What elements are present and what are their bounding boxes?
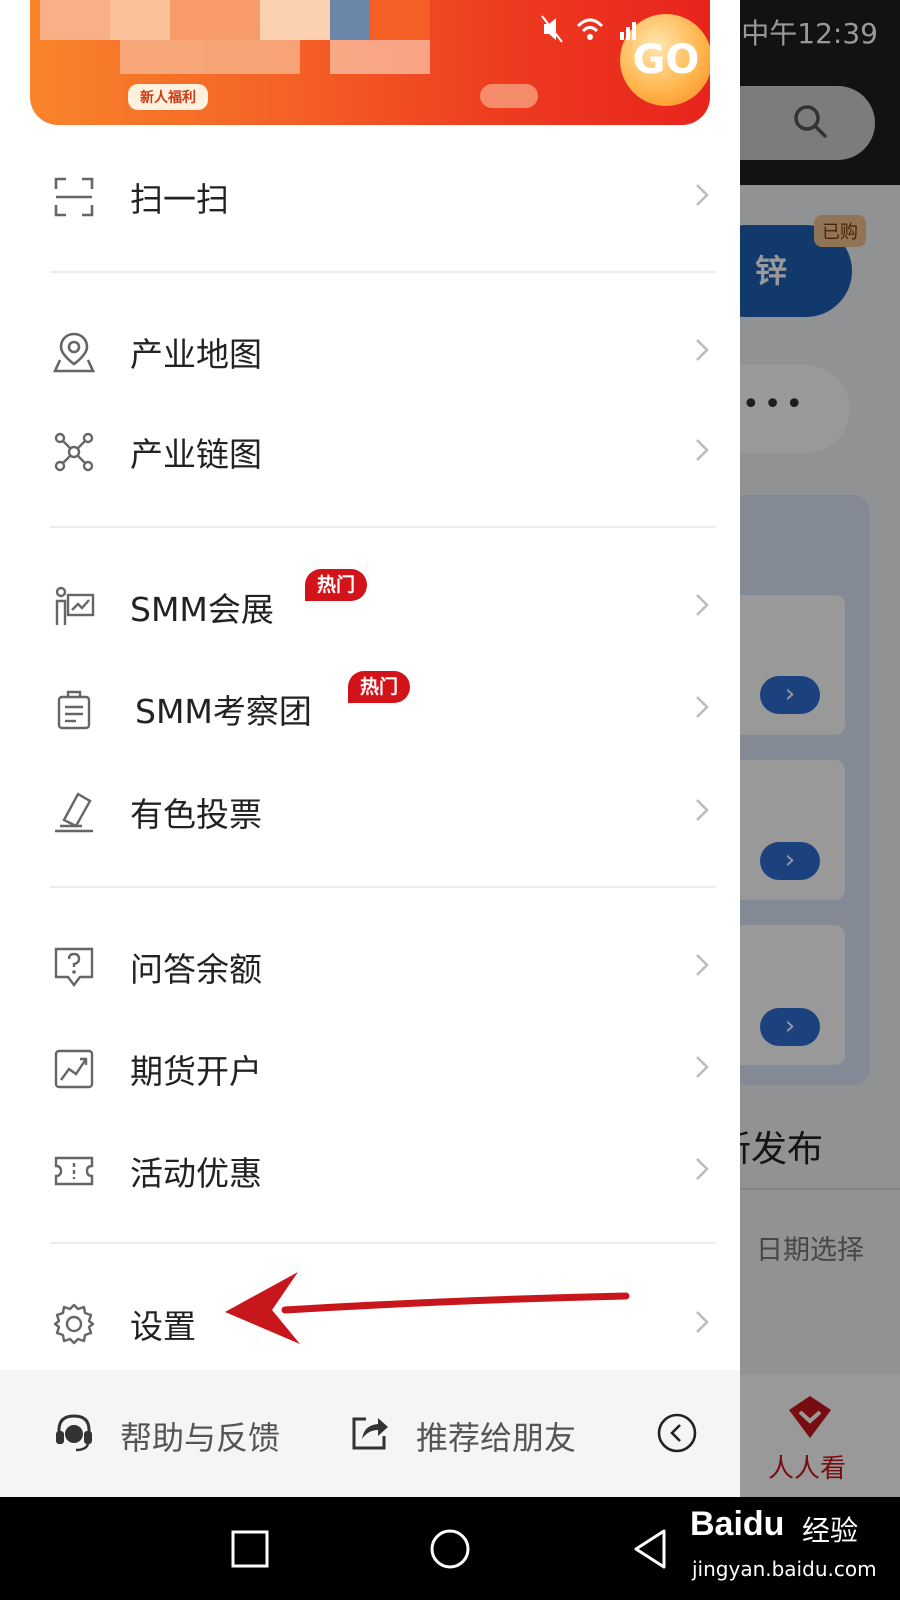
chevron-right-icon bbox=[696, 339, 709, 361]
map-pin-icon bbox=[52, 332, 96, 373]
menu-item-label: 扫一扫 bbox=[130, 180, 229, 219]
banner-cloud bbox=[480, 84, 538, 108]
chevron-right-icon bbox=[696, 799, 709, 821]
menu-item-label: SMM会展 bbox=[130, 590, 274, 629]
menu-item-label: 活动优惠 bbox=[130, 1154, 262, 1193]
menu-item-label: SMM考察团 bbox=[135, 692, 312, 731]
banner-mosaic bbox=[260, 0, 330, 40]
menu-item-smm-expo[interactable]: SMM会展 热门 bbox=[0, 555, 740, 655]
question-icon bbox=[54, 947, 94, 987]
menu-divider bbox=[50, 1242, 716, 1244]
menu-item-label: 设置 bbox=[130, 1307, 196, 1346]
new-user-badge: 新人福利 bbox=[128, 84, 208, 110]
mute-icon bbox=[541, 15, 563, 43]
menu-item-label: 产业地图 bbox=[130, 335, 262, 374]
menu-divider bbox=[50, 271, 716, 273]
chevron-right-icon bbox=[696, 696, 709, 718]
banner-mosaic bbox=[170, 0, 260, 40]
menu-item-smm-tour[interactable]: SMM考察团 热门 bbox=[0, 657, 740, 757]
chevron-right-icon bbox=[696, 1158, 709, 1180]
menu-item-industry-map[interactable]: 产业地图 bbox=[0, 300, 740, 400]
gear-icon bbox=[53, 1303, 95, 1345]
chevron-right-icon bbox=[696, 954, 709, 976]
banner-mosaic bbox=[330, 0, 370, 40]
banner-mosaic bbox=[40, 0, 110, 40]
menu-item-scan[interactable]: 扫一扫 bbox=[0, 145, 740, 245]
vote-icon bbox=[55, 792, 93, 833]
trend-chart-icon bbox=[54, 1049, 94, 1089]
menu-item-vote[interactable]: 有色投票 bbox=[0, 760, 740, 860]
menu-item-label: 期货开户 bbox=[130, 1052, 262, 1091]
signal-icon bbox=[620, 22, 636, 40]
baidu-jingyan-watermark: Baidu 经验 jingyan.baidu.com bbox=[690, 1505, 890, 1595]
menu-item-industry-chain[interactable]: 产业链图 bbox=[0, 400, 740, 500]
menu-item-label: 有色投票 bbox=[130, 795, 262, 834]
menu-item-label: 产业链图 bbox=[130, 435, 262, 474]
status-icons bbox=[541, 15, 636, 43]
menu-divider bbox=[50, 526, 716, 528]
help-feedback-button[interactable]: 帮助与反馈 bbox=[120, 1413, 280, 1459]
chevron-right-icon bbox=[696, 184, 709, 206]
back-icon[interactable] bbox=[628, 1527, 672, 1571]
menu-item-label: 问答余额 bbox=[130, 950, 262, 989]
headset-icon bbox=[56, 1414, 92, 1452]
ticket-icon bbox=[54, 1156, 94, 1186]
scan-icon bbox=[54, 177, 94, 217]
clipboard-icon bbox=[57, 690, 91, 730]
share-icon bbox=[352, 1417, 388, 1450]
chevron-right-icon bbox=[696, 594, 709, 616]
chevron-right-icon bbox=[696, 439, 709, 461]
menu-item-settings[interactable]: 设置 bbox=[0, 1272, 740, 1372]
drawer-footer: 帮助与反馈 推荐给朋友 bbox=[0, 1370, 740, 1497]
banner-mosaic bbox=[330, 40, 430, 74]
wifi-icon bbox=[576, 18, 604, 40]
recommend-friends-button[interactable]: 推荐给朋友 bbox=[416, 1413, 576, 1459]
banner-mosaic bbox=[110, 0, 170, 40]
chevron-right-icon bbox=[696, 1311, 709, 1333]
side-drawer: 新人福利 GO 扫一扫 产业地图 产业链图 SMM会展 热门 SMM考察团 热门… bbox=[0, 0, 740, 1497]
menu-item-promotions[interactable]: 活动优惠 bbox=[0, 1119, 740, 1219]
recent-apps-icon[interactable] bbox=[228, 1527, 272, 1571]
home-icon[interactable] bbox=[428, 1527, 472, 1571]
expo-icon bbox=[55, 586, 95, 625]
banner-mosaic bbox=[120, 40, 300, 74]
collapse-drawer-icon[interactable] bbox=[656, 1412, 698, 1454]
watermark-brand: Baidu bbox=[690, 1505, 785, 1543]
hot-badge: 热门 bbox=[348, 671, 411, 703]
chevron-right-icon bbox=[696, 1056, 709, 1078]
network-icon bbox=[54, 432, 94, 472]
menu-item-futures-account[interactable]: 期货开户 bbox=[0, 1017, 740, 1117]
hot-badge: 热门 bbox=[305, 569, 368, 601]
menu-divider bbox=[50, 886, 716, 888]
menu-item-qa-balance[interactable]: 问答余额 bbox=[0, 915, 740, 1015]
banner-mosaic bbox=[370, 0, 430, 40]
watermark-url: jingyan.baidu.com bbox=[692, 1557, 877, 1581]
watermark-product: 经验 bbox=[802, 1514, 859, 1547]
